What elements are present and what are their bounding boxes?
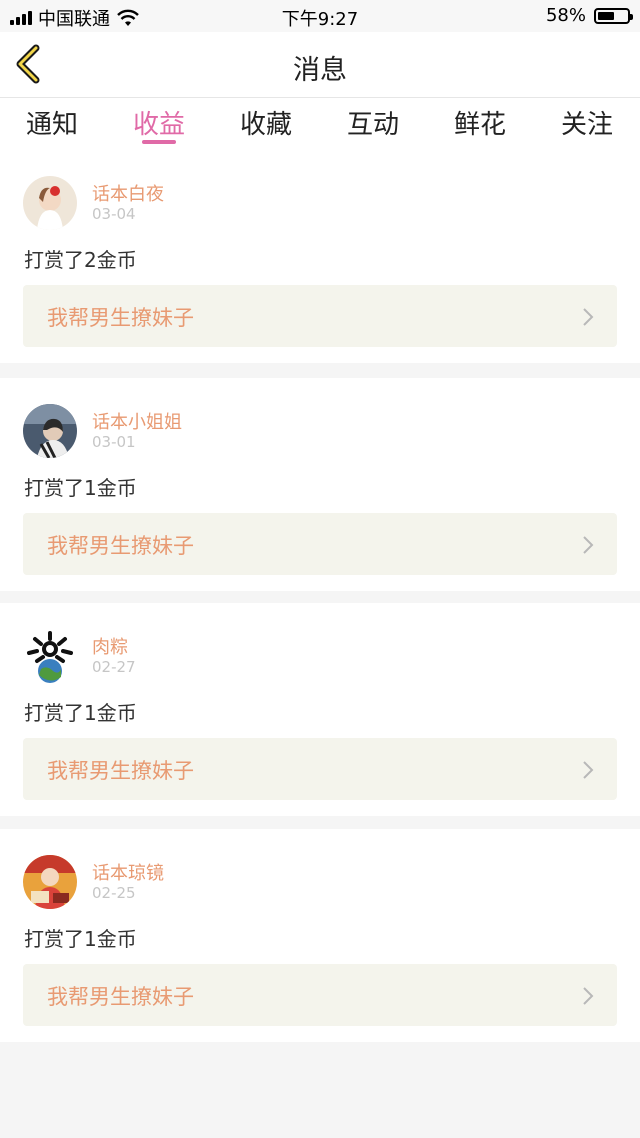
story-link-title: 我帮男生撩妹子 <box>47 759 194 783</box>
active-tab-indicator <box>142 140 176 144</box>
tab-bar: 通知 收益 收藏 互动 鲜花 关注 <box>0 98 640 150</box>
battery-percent: 58% <box>545 5 586 26</box>
message-text: 打赏了1金币 <box>24 927 137 951</box>
username[interactable]: 肉粽 <box>92 633 128 659</box>
message-text: 打赏了1金币 <box>24 476 137 500</box>
username[interactable]: 话本白夜 <box>92 180 164 206</box>
battery-icon <box>594 7 633 24</box>
chevron-right-icon <box>583 987 594 1005</box>
status-time: 下午9:27 <box>281 9 359 30</box>
avatar[interactable] <box>23 176 77 230</box>
tab-favorites[interactable]: 收藏 <box>221 104 311 141</box>
status-bar: 中国联通 下午9:27 58% <box>0 0 640 32</box>
message-text: 打赏了1金币 <box>24 701 137 725</box>
tab-flowers[interactable]: 鲜花 <box>435 104 525 141</box>
chevron-right-icon <box>583 308 594 326</box>
message-date: 03-04 <box>92 205 136 223</box>
page-title: 消息 <box>293 55 347 86</box>
message-item: 话本小姐姐 03-01 打赏了1金币 我帮男生撩妹子 <box>0 378 640 591</box>
chevron-right-icon <box>583 761 594 779</box>
tab-interaction[interactable]: 互动 <box>328 104 418 141</box>
message-item: 话本白夜 03-04 打赏了2金币 我帮男生撩妹子 <box>0 150 640 363</box>
message-text: 打赏了2金币 <box>24 248 137 272</box>
story-link[interactable]: 我帮男生撩妹子 <box>23 513 617 575</box>
avatar[interactable] <box>23 629 77 683</box>
message-item: 话本琼镜 02-25 打赏了1金币 我帮男生撩妹子 <box>0 829 640 1042</box>
story-link[interactable]: 我帮男生撩妹子 <box>23 964 617 1026</box>
chevron-right-icon <box>583 536 594 554</box>
avatar[interactable] <box>23 855 77 909</box>
tab-follow[interactable]: 关注 <box>542 104 632 141</box>
story-link[interactable]: 我帮男生撩妹子 <box>23 285 617 347</box>
message-date: 02-27 <box>92 658 136 676</box>
username[interactable]: 话本琼镜 <box>92 859 164 885</box>
story-link-title: 我帮男生撩妹子 <box>47 306 194 330</box>
status-right: 58% <box>545 5 633 26</box>
story-link-title: 我帮男生撩妹子 <box>47 985 194 1009</box>
username[interactable]: 话本小姐姐 <box>92 408 182 434</box>
tab-notify[interactable]: 通知 <box>7 104 97 141</box>
story-link[interactable]: 我帮男生撩妹子 <box>23 738 617 800</box>
tab-earnings[interactable]: 收益 <box>114 104 204 141</box>
message-item: 肉粽 02-27 打赏了1金币 我帮男生撩妹子 <box>0 603 640 816</box>
avatar[interactable] <box>23 404 77 458</box>
nav-bar: 消息 <box>0 32 640 98</box>
message-date: 03-01 <box>92 433 136 451</box>
battery-fill <box>598 11 614 20</box>
story-link-title: 我帮男生撩妹子 <box>47 534 194 558</box>
message-date: 02-25 <box>92 884 136 902</box>
